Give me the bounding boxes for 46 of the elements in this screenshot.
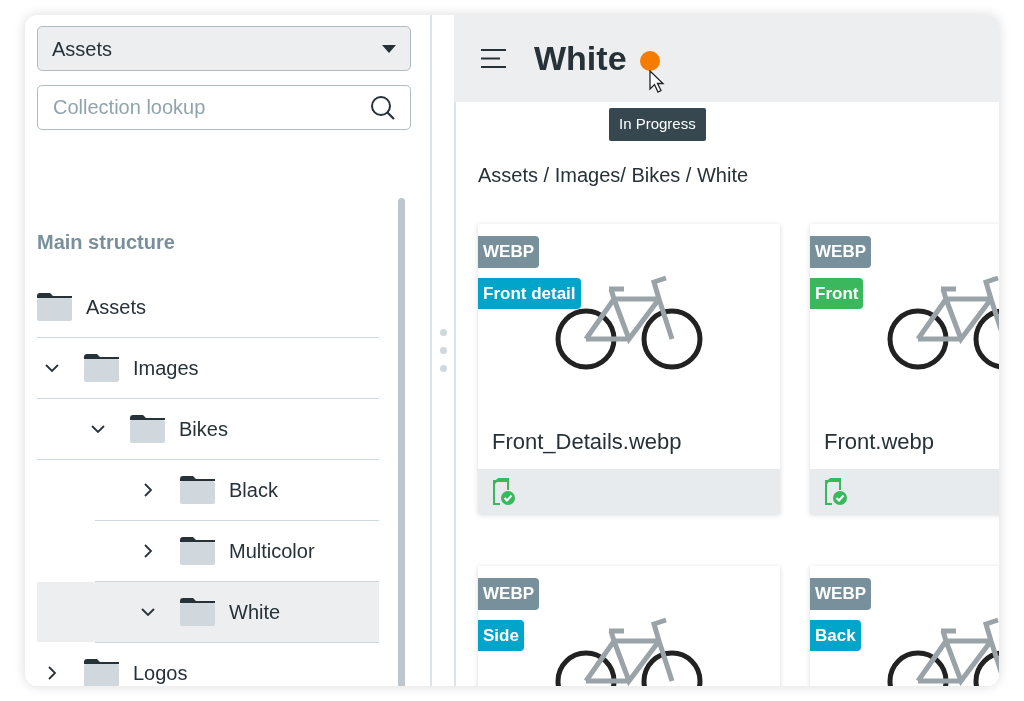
folder-label: Bikes (179, 417, 228, 442)
asset-card[interactable]: WEBP Front detail Front_Details.webp (478, 224, 780, 514)
scrollbar[interactable] (398, 198, 405, 686)
tree-item[interactable]: Logos (37, 643, 379, 686)
format-badge: WEBP (810, 236, 871, 268)
folder-icon (130, 415, 165, 443)
tree-item[interactable]: Assets (37, 277, 379, 337)
tree-item[interactable]: Multicolor (37, 521, 379, 581)
search-field[interactable]: Collection lookup (37, 85, 411, 130)
folder-label: White (229, 600, 281, 625)
page-title: White (534, 38, 627, 79)
tree-item[interactable]: Bikes (37, 399, 379, 459)
tree-item[interactable]: White (37, 582, 379, 642)
tag-badge: Back (810, 619, 861, 651)
file-check-icon (492, 477, 516, 506)
tree-heading: Main structure (37, 230, 176, 255)
folder-icon (180, 476, 215, 504)
format-badge: WEBP (810, 578, 871, 610)
tree-item[interactable]: Black (37, 460, 379, 520)
source-dropdown[interactable]: Assets (37, 26, 411, 71)
format-badge: WEBP (478, 578, 539, 610)
tag-badge: Front detail (478, 277, 581, 309)
folder-icon (84, 354, 119, 382)
status-tooltip: In Progress (609, 108, 706, 141)
file-name: Front.webp (824, 428, 935, 456)
tag-badge: Side (478, 619, 524, 651)
asset-card[interactable]: WEBP Front Front.webp (810, 224, 999, 514)
breadcrumb: Assets / Images/ Bikes / White (478, 163, 750, 188)
folder-label: Black (229, 478, 278, 503)
folder-icon (84, 659, 119, 686)
file-check-icon (824, 477, 848, 506)
folder-label: Multicolor (229, 539, 315, 564)
folder-label: Logos (133, 661, 188, 686)
menu-icon[interactable] (480, 48, 507, 69)
search-icon[interactable] (370, 95, 396, 121)
caret-down-icon (382, 44, 396, 53)
folder-icon (180, 598, 215, 626)
cursor-icon (649, 70, 665, 94)
tree-item[interactable]: Images (37, 338, 379, 398)
folder-label: Assets (86, 295, 147, 320)
file-name: Front_Details.webp (492, 428, 682, 456)
format-badge: WEBP (478, 236, 539, 268)
folder-icon (180, 537, 215, 565)
folder-icon (37, 293, 72, 321)
tag-badge: Front (810, 277, 864, 309)
folder-label: Images (133, 356, 199, 381)
